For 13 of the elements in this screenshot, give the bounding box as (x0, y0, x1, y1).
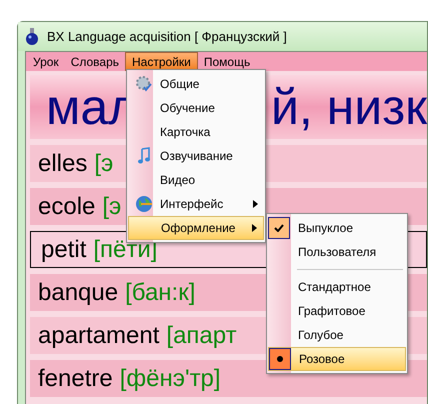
transcription-text: [апарт (166, 320, 237, 350)
word-text: banque (38, 278, 118, 308)
word-text: ecole (38, 192, 96, 222)
transcription-text: [э (94, 148, 114, 178)
word-text: petit (41, 234, 86, 264)
word-text: fenetre (38, 364, 113, 394)
transcription-text: [фёнэ'тр] (120, 364, 221, 394)
word-text: apartament (38, 320, 160, 350)
word-text: elles (38, 148, 88, 178)
transcription-text: [бан:к] (125, 278, 196, 308)
header-text: й, низк (270, 82, 427, 132)
window-title: BX Language acquisition [ Французский ] (47, 28, 287, 46)
transcription-text: [э (102, 192, 122, 222)
